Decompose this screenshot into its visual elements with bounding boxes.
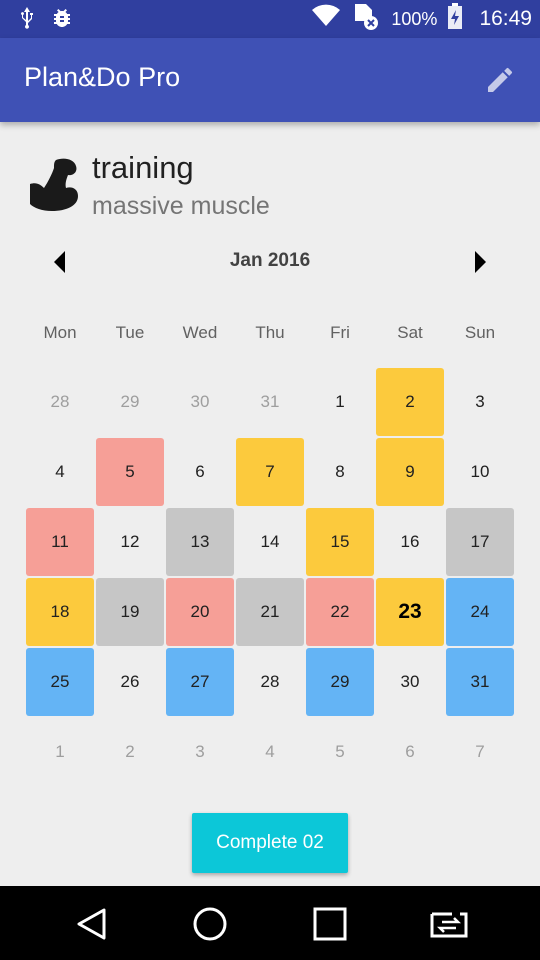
calendar-day[interactable]: 25 (26, 648, 94, 716)
calendar-day[interactable]: 7 (236, 438, 304, 506)
app-bar: Plan&Do Pro (0, 38, 540, 122)
calendar-day[interactable]: 1 (26, 718, 94, 786)
calendar-day[interactable]: 3 (446, 368, 514, 436)
calendar-day[interactable]: 5 (306, 718, 374, 786)
calendar-day-today[interactable]: 23 (376, 578, 444, 646)
sim-error-icon (351, 1, 381, 37)
calendar-day[interactable]: 28 (236, 648, 304, 716)
weekday-label: Fri (330, 323, 350, 342)
weekday-label: Thu (255, 323, 285, 342)
calendar-day[interactable]: 29 (96, 368, 164, 436)
calendar-day[interactable]: 6 (166, 438, 234, 506)
calendar-day[interactable]: 1 (306, 368, 374, 436)
calendar-day[interactable]: 10 (446, 438, 514, 506)
calendar-day[interactable]: 16 (376, 508, 444, 576)
calendar-day[interactable]: 13 (166, 508, 234, 576)
usb-icon (20, 6, 34, 35)
calendar-day[interactable]: 7 (446, 718, 514, 786)
calendar-day[interactable]: 14 (236, 508, 304, 576)
complete-button[interactable]: Complete 02 (192, 813, 348, 873)
pencil-icon[interactable] (484, 64, 516, 96)
weekday-label: Mon (43, 323, 77, 342)
calendar-day[interactable]: 11 (26, 508, 94, 576)
calendar-day[interactable]: 29 (306, 648, 374, 716)
calendar-day[interactable]: 6 (376, 718, 444, 786)
calendar-day[interactable]: 22 (306, 578, 374, 646)
calendar-day[interactable]: 17 (446, 508, 514, 576)
weekday-label: Tue (115, 323, 145, 342)
weekday-header: Mon Tue Wed Thu Fri Sat Sun (25, 318, 515, 348)
calendar-day[interactable]: 31 (446, 648, 514, 716)
calendar-day[interactable]: 18 (26, 578, 94, 646)
calendar-day[interactable]: 28 (26, 368, 94, 436)
calendar-day[interactable]: 9 (376, 438, 444, 506)
weekday-label: Sat (397, 323, 423, 342)
home-icon[interactable] (192, 906, 228, 942)
calendar-day[interactable]: 15 (306, 508, 374, 576)
calendar-day[interactable]: 24 (446, 578, 514, 646)
clock: 16:49 (479, 7, 532, 30)
calendar-day[interactable]: 5 (96, 438, 164, 506)
month-label: Jan 2016 (229, 250, 311, 271)
calendar-day[interactable]: 19 (96, 578, 164, 646)
weekday-label: Sun (464, 323, 496, 342)
calendar-day[interactable]: 21 (236, 578, 304, 646)
habit-subtitle: massive muscle (92, 192, 270, 220)
calendar-day[interactable]: 2 (376, 368, 444, 436)
navigation-bar (0, 886, 540, 960)
status-bar: 100% 16:49 (0, 0, 540, 38)
habit-title: training (92, 150, 194, 185)
calendar-day[interactable]: 3 (166, 718, 234, 786)
wifi-icon (311, 4, 341, 34)
battery-charging-icon (447, 3, 463, 35)
calendar-grid: 28 29 30 31 1 2 3 4 5 6 7 8 9 10 11 12 13 14 15 16 17 18 19 20 2… (25, 367, 515, 787)
calendar-day[interactable]: 4 (236, 718, 304, 786)
battery-percent: 100% (391, 8, 438, 29)
calendar-day[interactable]: 30 (166, 368, 234, 436)
bug-icon (50, 6, 74, 35)
recents-icon[interactable] (312, 906, 348, 942)
calendar-day[interactable]: 27 (166, 648, 234, 716)
calendar-day[interactable]: 4 (26, 438, 94, 506)
triangle-left-icon[interactable] (48, 250, 72, 274)
calendar-day[interactable]: 12 (96, 508, 164, 576)
calendar-day[interactable]: 2 (96, 718, 164, 786)
triangle-right-icon[interactable] (468, 250, 492, 274)
back-icon[interactable] (74, 906, 110, 942)
calendar-day[interactable]: 30 (376, 648, 444, 716)
switch-app-icon[interactable] (428, 906, 470, 942)
flexed-biceps-icon (26, 156, 82, 216)
calendar-day[interactable]: 26 (96, 648, 164, 716)
app-title: Plan&Do Pro (24, 62, 181, 92)
weekday-label: Wed (182, 323, 218, 342)
calendar-day[interactable]: 8 (306, 438, 374, 506)
calendar-day[interactable]: 31 (236, 368, 304, 436)
calendar-day[interactable]: 20 (166, 578, 234, 646)
